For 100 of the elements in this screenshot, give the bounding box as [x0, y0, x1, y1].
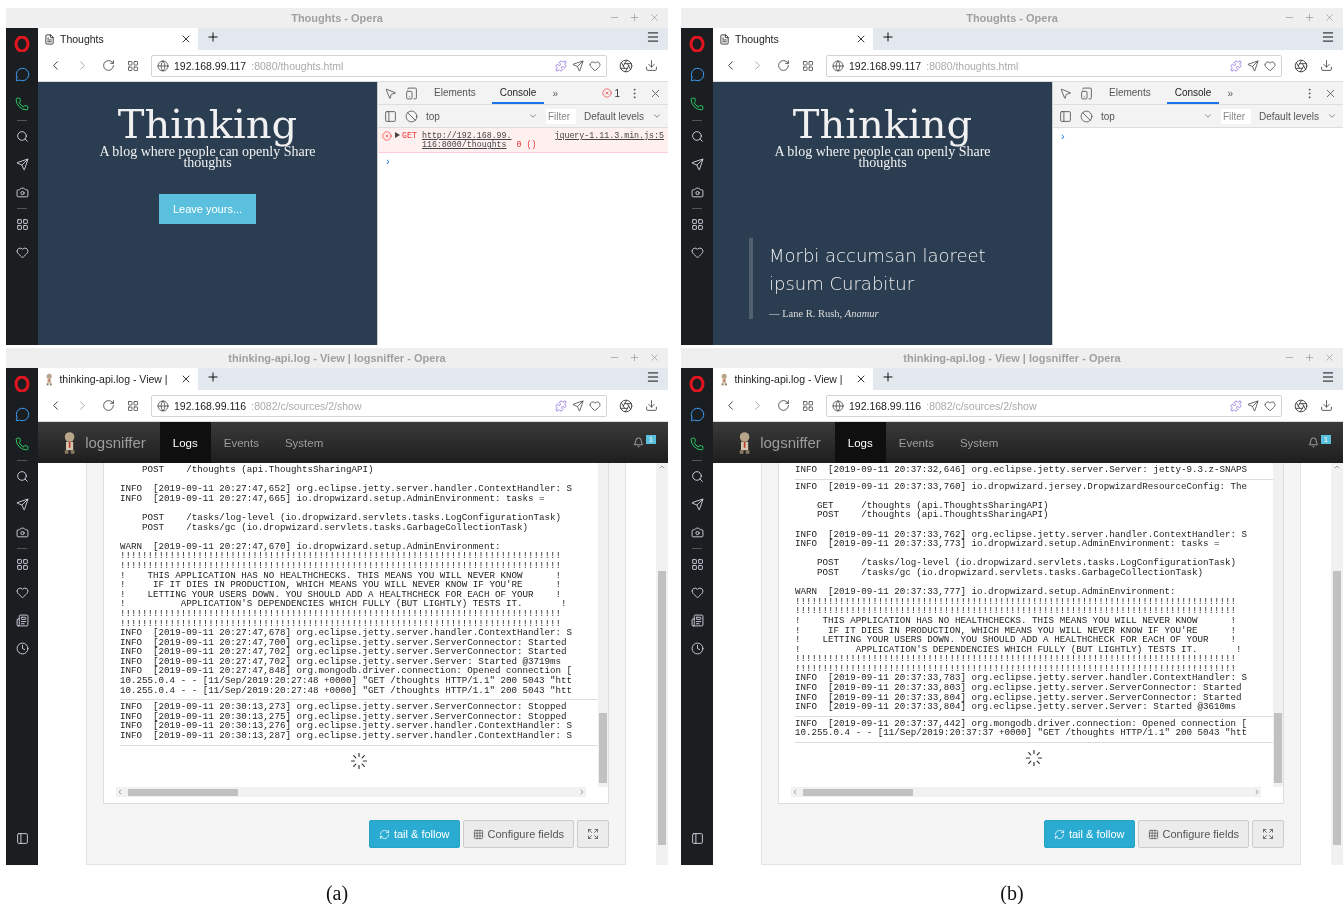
inspect-icon[interactable] [384, 86, 397, 100]
phone-bubble-icon[interactable] [15, 97, 29, 111]
heart-icon[interactable] [1264, 59, 1276, 72]
close-tab-icon[interactable] [855, 373, 867, 385]
configure-fields-button[interactable]: Configure fields [1137, 820, 1249, 848]
grid-icon[interactable] [690, 218, 704, 231]
new-tab-icon[interactable] [206, 370, 220, 384]
grid-icon[interactable] [15, 558, 29, 571]
menu-icon[interactable] [646, 370, 660, 384]
camera-icon[interactable] [690, 186, 704, 199]
close-tab-icon[interactable] [855, 33, 867, 45]
context-select[interactable]: top [1101, 110, 1115, 122]
aperture-icon[interactable] [619, 398, 633, 413]
console-prompt[interactable]: › [378, 153, 668, 169]
close-tab-icon[interactable] [180, 33, 192, 45]
filter-field[interactable]: Filter [1220, 108, 1251, 124]
expand-triangle-icon[interactable] [395, 132, 400, 138]
heart-icon[interactable] [15, 246, 29, 259]
camera-icon[interactable] [15, 526, 29, 539]
grid-icon[interactable] [127, 399, 139, 412]
reload-icon[interactable] [102, 399, 115, 412]
address-field[interactable]: 192.168.99.116 :8082/c/sources/2/show [151, 394, 607, 417]
aperture-icon[interactable] [1294, 398, 1308, 413]
ring-logo-icon[interactable] [14, 36, 30, 52]
news-icon[interactable] [15, 614, 29, 627]
new-tab-icon[interactable] [881, 370, 895, 384]
scroll-left-icon[interactable] [116, 788, 124, 796]
nav-item[interactable]: Logs [159, 422, 211, 463]
grid-icon[interactable] [802, 399, 814, 412]
fullscreen-button[interactable] [1252, 820, 1284, 848]
grid-icon[interactable] [690, 558, 704, 571]
more-tabs[interactable]: » [552, 87, 558, 99]
ring-logo-icon[interactable] [689, 36, 705, 52]
menu-icon[interactable] [1321, 30, 1335, 44]
chat-bubble-icon[interactable] [689, 67, 705, 82]
device-icon[interactable] [1080, 86, 1093, 100]
extension-icon[interactable] [1230, 59, 1242, 72]
extension-icon[interactable] [1230, 399, 1242, 412]
browser-tab[interactable]: Thoughts [38, 28, 198, 50]
search-icon[interactable] [15, 130, 29, 143]
console-prompt[interactable]: › [1053, 128, 1343, 144]
inspect-icon[interactable] [1059, 86, 1072, 100]
send-icon[interactable] [1247, 59, 1259, 72]
aperture-icon[interactable] [619, 58, 633, 73]
heart-icon[interactable] [1264, 399, 1276, 412]
context-select[interactable]: top [426, 110, 440, 122]
phone-bubble-icon[interactable] [690, 97, 704, 111]
aperture-icon[interactable] [1294, 58, 1308, 73]
chat-bubble-icon[interactable] [689, 407, 705, 422]
menu-icon[interactable] [646, 30, 660, 44]
send-icon[interactable] [1247, 399, 1259, 412]
download-icon[interactable] [645, 59, 658, 72]
browser-tab[interactable]: Thoughts [713, 28, 873, 50]
new-tab-icon[interactable] [881, 30, 895, 44]
nav-item[interactable]: Events [210, 422, 272, 463]
ring-logo-icon[interactable] [14, 376, 30, 392]
levels-dropdown[interactable]: Default levels [1258, 110, 1319, 122]
camera-icon[interactable] [15, 186, 29, 199]
nav-item[interactable]: Events [885, 422, 947, 463]
app-brand[interactable]: logsniffer [85, 434, 146, 451]
grid-icon[interactable] [15, 218, 29, 231]
nav-item[interactable]: System [271, 422, 337, 463]
scroll-right-icon[interactable] [578, 788, 586, 796]
search-icon[interactable] [15, 470, 29, 483]
sidebar-toggle-icon[interactable] [384, 109, 397, 123]
camera-icon[interactable] [690, 526, 704, 539]
scroll-up-icon[interactable] [1333, 463, 1341, 471]
clear-console-icon[interactable] [1080, 109, 1093, 123]
page-scrollbar[interactable] [656, 463, 668, 865]
address-field[interactable]: 192.168.99.116 :8082/c/sources/2/show [826, 394, 1282, 417]
heart-icon[interactable] [15, 586, 29, 599]
extension-icon[interactable] [555, 59, 567, 72]
devtools-tab[interactable]: Console [1166, 82, 1220, 104]
clear-console-icon[interactable] [405, 109, 418, 123]
scroll-left-icon[interactable] [791, 788, 799, 796]
horizontal-scrollbar[interactable] [791, 787, 1261, 797]
filter-field[interactable]: Filter [545, 108, 576, 124]
menu-icon[interactable] [1321, 370, 1335, 384]
levels-dropdown[interactable]: Default levels [583, 110, 644, 122]
reload-icon[interactable] [777, 399, 790, 412]
devtools-tab[interactable]: Elements [426, 82, 484, 104]
configure-fields-button[interactable]: Configure fields [462, 820, 574, 848]
address-field[interactable]: 192.168.99.117 :8080/thoughts.html [151, 54, 607, 77]
extension-icon[interactable] [555, 399, 567, 412]
source-link[interactable]: jquery-1.11.3.min.js:5 [554, 131, 664, 140]
page-scrollbar[interactable] [1331, 463, 1343, 865]
browser-tab[interactable]: thinking-api.log - View | [713, 368, 873, 390]
send-icon[interactable] [572, 399, 584, 412]
sidebar-toggle-icon[interactable] [1059, 109, 1072, 123]
search-icon[interactable] [690, 130, 704, 143]
phone-bubble-icon[interactable] [15, 437, 29, 451]
more-tabs[interactable]: » [1227, 87, 1233, 99]
vertical-scrollbar[interactable] [1273, 463, 1283, 787]
devtools-tab[interactable]: Elements [1101, 82, 1159, 104]
close-tab-icon[interactable] [180, 373, 192, 385]
horizontal-scrollbar[interactable] [116, 787, 586, 797]
bell-icon[interactable] [633, 437, 645, 448]
phone-bubble-icon[interactable] [690, 437, 704, 451]
scroll-right-icon[interactable] [1253, 788, 1261, 796]
news-icon[interactable] [690, 614, 704, 627]
